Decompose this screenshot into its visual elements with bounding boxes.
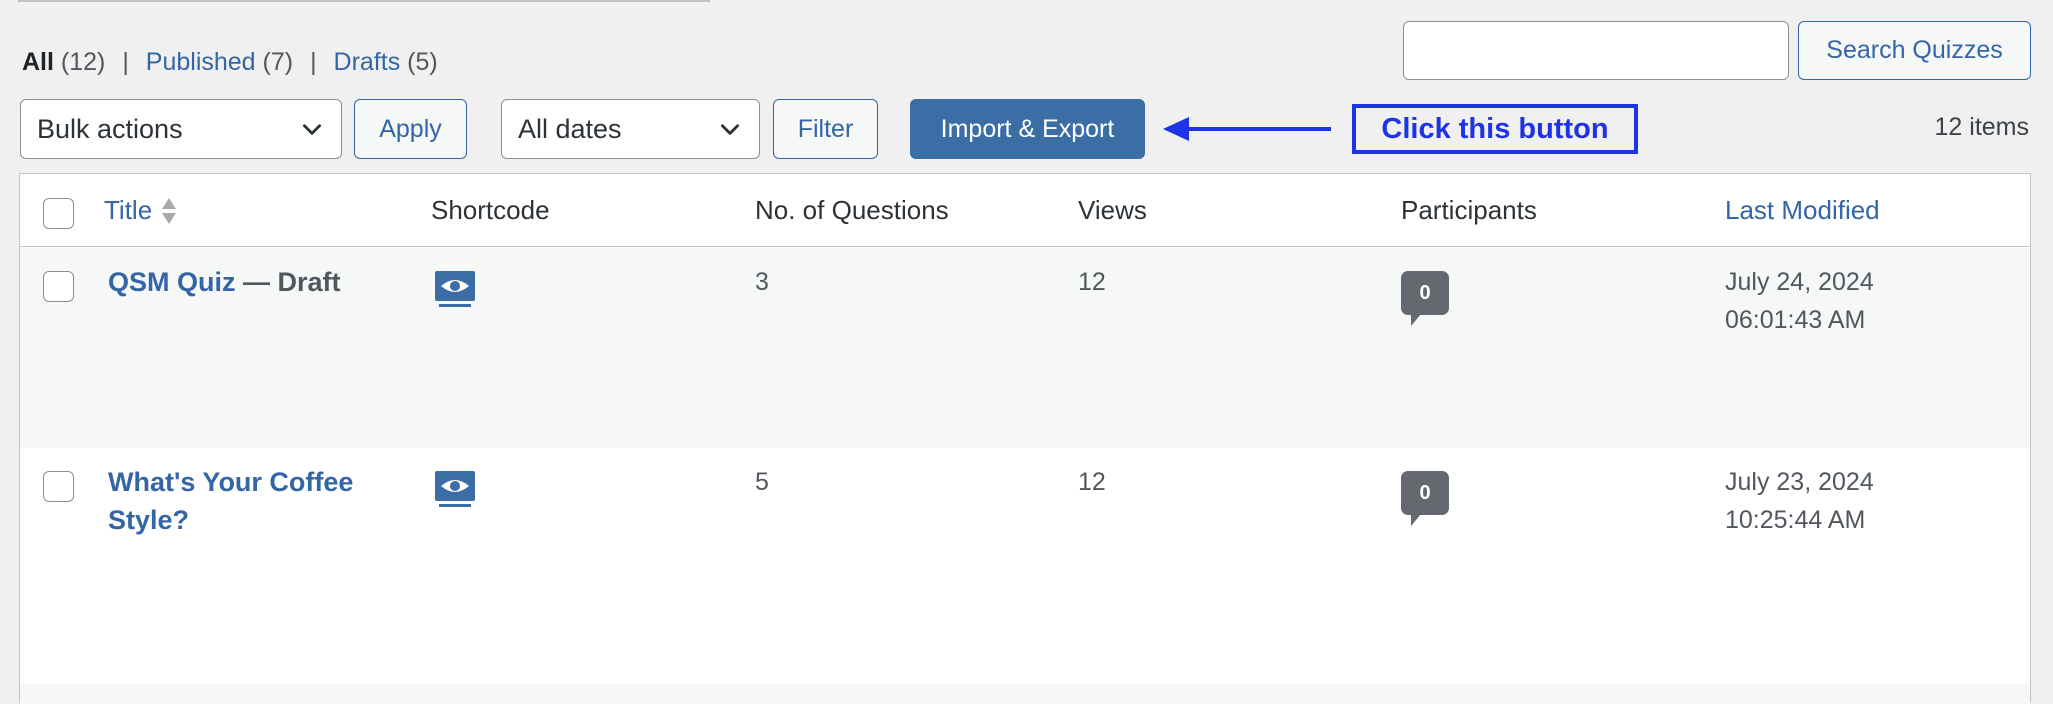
select-all-checkbox[interactable]	[43, 198, 74, 229]
filter-published[interactable]: Published	[146, 48, 256, 76]
quiz-title-link[interactable]: What's Your Coffee Style?	[108, 467, 353, 535]
annotation-callout: Click this button	[1352, 104, 1638, 154]
chevron-down-icon	[721, 124, 739, 135]
filter-separator: |	[122, 48, 129, 76]
comment-bubble-tail-icon	[1411, 314, 1421, 326]
views-count: 12	[1078, 268, 1106, 296]
annotation-arrow-icon	[1163, 117, 1331, 141]
participants-badge[interactable]: 0	[1401, 471, 1449, 529]
questions-count: 3	[755, 268, 769, 296]
quiz-title-cell: QSM Quiz — Draft	[108, 263, 408, 301]
comment-bubble-tail-icon	[1411, 514, 1421, 526]
filter-drafts[interactable]: Drafts	[334, 48, 401, 76]
column-last-modified[interactable]: Last Modified	[1725, 174, 1880, 247]
bulk-actions-select[interactable]: Bulk actions	[20, 99, 342, 159]
last-modified: July 23, 2024 10:25:44 AM	[1725, 463, 1874, 539]
chevron-down-icon	[303, 124, 321, 135]
quiz-title-cell: What's Your Coffee Style?	[108, 463, 408, 539]
filter-separator: |	[310, 48, 317, 76]
shortcode-preview-icon[interactable]	[434, 270, 476, 308]
participants-badge[interactable]: 0	[1401, 271, 1449, 329]
participants-count: 0	[1401, 471, 1449, 515]
quiz-title-link[interactable]: QSM Quiz	[108, 267, 236, 297]
row-checkbox[interactable]	[43, 471, 74, 502]
sort-icon	[162, 197, 177, 224]
top-divider	[18, 0, 710, 2]
shortcode-preview-icon[interactable]	[434, 470, 476, 508]
search-input[interactable]	[1403, 21, 1789, 80]
filter-all-count: (12)	[60, 48, 106, 76]
bulk-actions-selected: Bulk actions	[37, 113, 183, 144]
table-header: Title Shortcode No. of Questions Views P…	[20, 174, 2030, 247]
participants-count: 0	[1401, 271, 1449, 315]
import-export-button[interactable]: Import & Export	[910, 99, 1145, 159]
dates-select[interactable]: All dates	[501, 99, 760, 159]
views-count: 12	[1078, 468, 1106, 496]
quiz-state: — Draft	[235, 267, 341, 297]
last-modified-date: July 24, 2024	[1725, 268, 1874, 296]
items-count: 12 items	[1934, 113, 2029, 141]
row-checkbox[interactable]	[43, 271, 74, 302]
column-views: Views	[1078, 195, 1147, 225]
filter-drafts-count: (5)	[407, 48, 438, 76]
last-modified-time: 06:01:43 AM	[1725, 306, 1866, 334]
dates-selected: All dates	[518, 113, 622, 144]
filter-all[interactable]: All	[22, 48, 54, 76]
column-participants: Participants	[1401, 195, 1537, 225]
table-row: QSM Quiz — Draft 3 12 0 July 24, 2024 06…	[20, 248, 2030, 448]
next-row-strip	[20, 684, 2030, 704]
quizzes-table: Title Shortcode No. of Questions Views P…	[19, 173, 2031, 704]
last-modified-date: July 23, 2024	[1725, 468, 1874, 496]
last-modified-time: 10:25:44 AM	[1725, 506, 1866, 534]
column-title[interactable]: Title	[104, 174, 178, 247]
questions-count: 5	[755, 468, 769, 496]
filter-published-count: (7)	[262, 48, 294, 76]
last-modified: July 24, 2024 06:01:43 AM	[1725, 263, 1874, 339]
status-filter-links: All (12) | Published (7) | Drafts (5)	[22, 48, 438, 77]
column-title-label: Title	[104, 195, 153, 225]
apply-button[interactable]: Apply	[354, 99, 467, 159]
search-quizzes-button[interactable]: Search Quizzes	[1798, 21, 2031, 80]
column-questions: No. of Questions	[755, 195, 949, 225]
table-row: What's Your Coffee Style? 5 12 0 July 23…	[20, 448, 2030, 648]
filter-button[interactable]: Filter	[773, 99, 878, 159]
column-shortcode: Shortcode	[431, 195, 550, 225]
